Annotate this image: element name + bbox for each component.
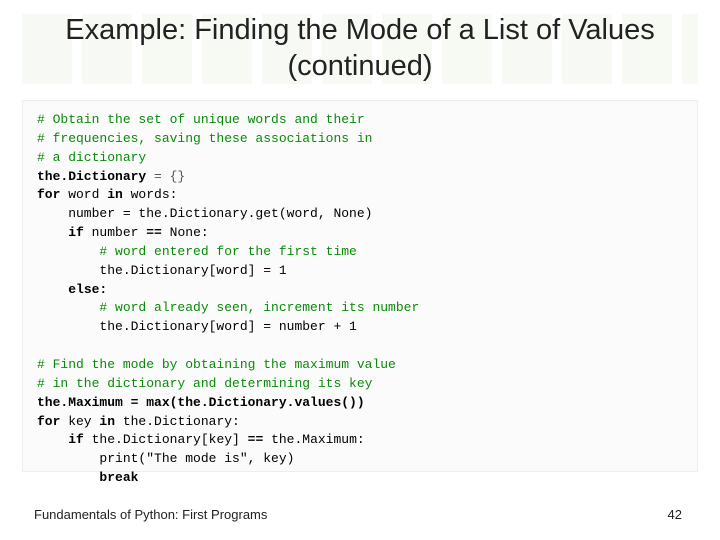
- code-token: words:: [123, 187, 178, 202]
- footer-text: Fundamentals of Python: First Programs: [34, 507, 267, 522]
- code-keyword: if: [68, 432, 84, 447]
- code-line: # word already seen, increment its numbe…: [37, 300, 419, 315]
- code-line: # Find the mode by obtaining the maximum…: [37, 357, 396, 372]
- code-listing: # Obtain the set of unique words and the…: [22, 100, 698, 472]
- code-keyword: else:: [68, 282, 107, 297]
- code-indent: [37, 470, 99, 485]
- code-token: key: [60, 414, 99, 429]
- page-number: 42: [668, 507, 682, 522]
- code-token: ==: [146, 225, 162, 240]
- code-line: the.Maximum = max(the.Dictionary.values(…: [37, 395, 365, 410]
- code-token: ==: [248, 432, 264, 447]
- code-line: number = the.Dictionary.get(word, None): [37, 206, 372, 221]
- code-line: # a dictionary: [37, 150, 146, 165]
- code-indent: [37, 225, 68, 240]
- code-token: the.Dictionary:: [115, 414, 240, 429]
- code-line: # word entered for the first time: [37, 244, 357, 259]
- code-content: # Obtain the set of unique words and the…: [37, 111, 683, 488]
- code-token: word: [60, 187, 107, 202]
- code-token: number: [84, 225, 146, 240]
- code-line: # Obtain the set of unique words and the…: [37, 112, 365, 127]
- code-keyword: break: [99, 470, 138, 485]
- code-keyword: if: [68, 225, 84, 240]
- code-token: = {}: [154, 169, 185, 184]
- code-indent: [37, 282, 68, 297]
- code-line: print("The mode is", key): [37, 451, 294, 466]
- code-token: None:: [162, 225, 209, 240]
- code-keyword: in: [107, 187, 123, 202]
- code-keyword: in: [99, 414, 115, 429]
- code-line: # in the dictionary and determining its …: [37, 376, 372, 391]
- code-indent: [37, 432, 68, 447]
- code-token: the.Dictionary[key]: [84, 432, 248, 447]
- code-line: the.Dictionary[word] = number + 1: [37, 319, 357, 334]
- code-line: # frequencies, saving these associations…: [37, 131, 372, 146]
- code-line: the.Dictionary[word] = 1: [37, 263, 287, 278]
- code-keyword: for: [37, 187, 60, 202]
- code-line: the.Dictionary: [37, 169, 154, 184]
- code-token: the.Maximum:: [263, 432, 364, 447]
- code-keyword: for: [37, 414, 60, 429]
- slide-title: Example: Finding the Mode of a List of V…: [0, 12, 720, 85]
